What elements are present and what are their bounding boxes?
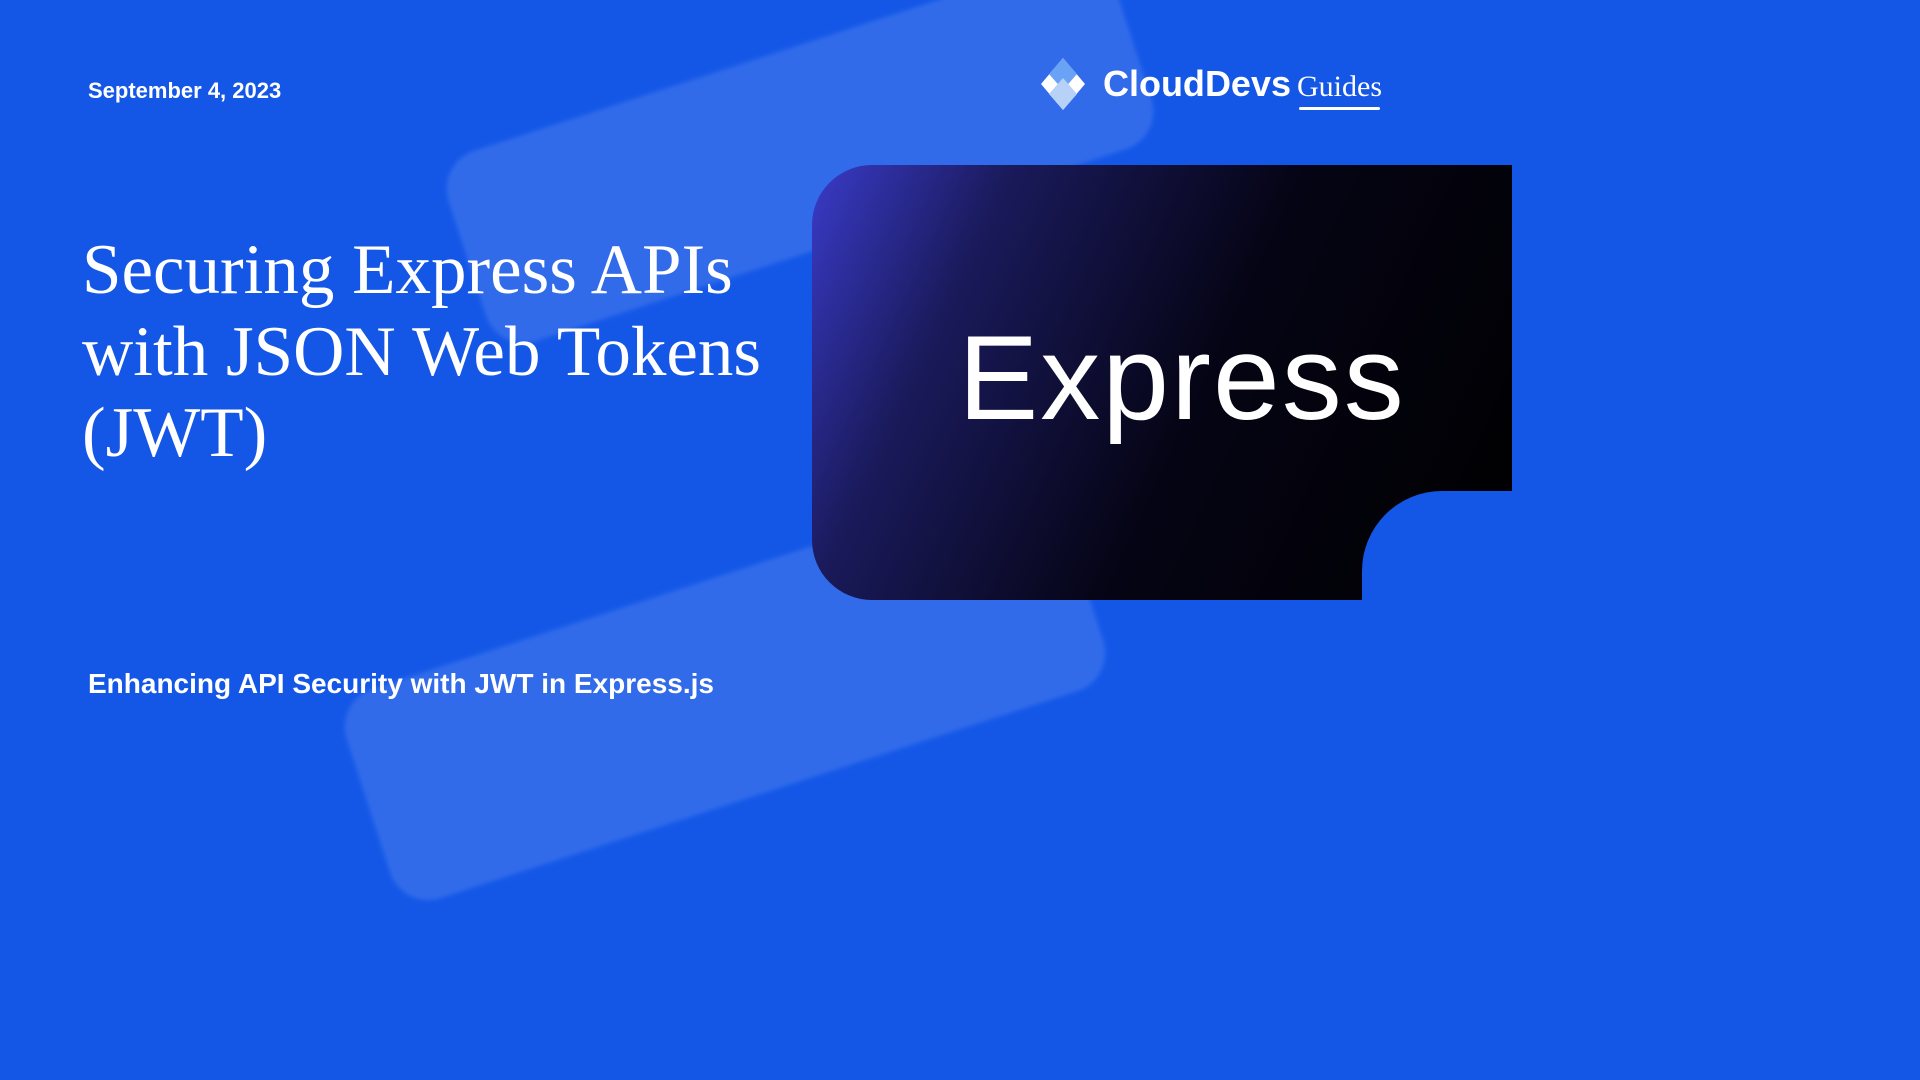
- technology-card: Express: [812, 165, 1512, 600]
- brand-logo: CloudDevs Guides: [1033, 56, 1382, 112]
- logo-icon: [1033, 56, 1093, 112]
- technology-label: Express: [958, 309, 1405, 447]
- logo-suffix: Guides: [1297, 70, 1382, 104]
- page-subtitle: Enhancing API Security with JWT in Expre…: [88, 668, 714, 700]
- logo-brand-part1: Cloud: [1103, 63, 1205, 105]
- logo-brand-part2: Devs: [1205, 63, 1291, 105]
- logo-text: CloudDevs Guides: [1103, 63, 1382, 105]
- page-title: Securing Express APIs with JSON Web Toke…: [82, 230, 802, 475]
- publish-date: September 4, 2023: [88, 78, 281, 104]
